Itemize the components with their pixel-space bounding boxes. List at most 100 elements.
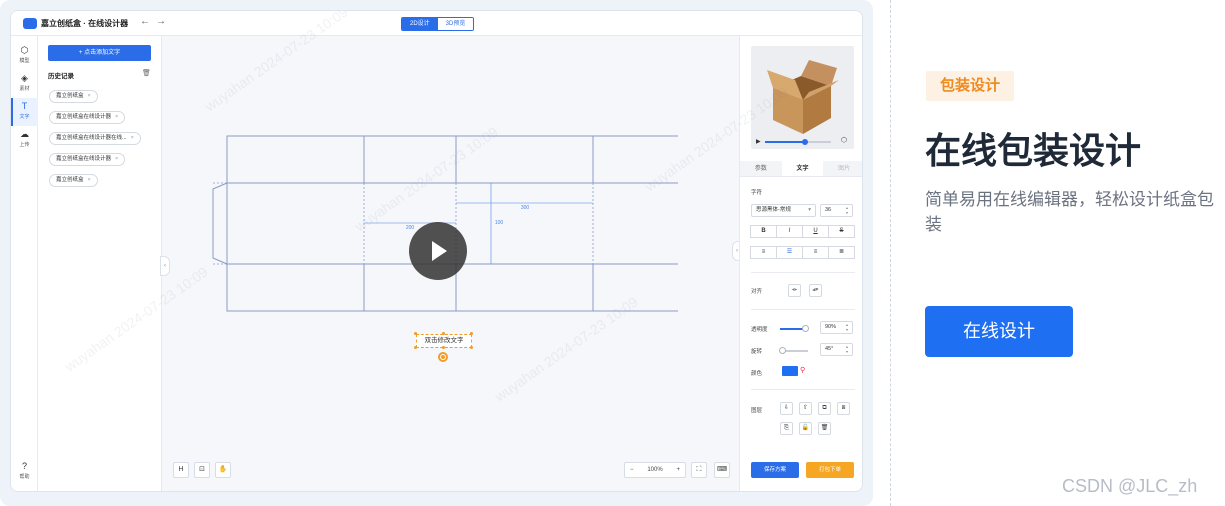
history-chip[interactable]: 嘉立创纸盒 × — [49, 174, 98, 187]
back-arrow-icon[interactable]: ← — [140, 16, 150, 27]
trash-icon[interactable]: 🗑 — [142, 69, 151, 77]
stepper-arrows-icon[interactable]: ▴ ▾ — [846, 344, 848, 354]
tab-image[interactable]: 图片 — [823, 161, 862, 176]
resize-handle[interactable] — [442, 332, 445, 335]
divider — [751, 389, 855, 390]
zoom-out-button[interactable]: − — [630, 463, 634, 477]
source-credit: CSDN @JLC_zh — [1062, 476, 1198, 496]
tab-3d-preview[interactable]: 3D预览 — [437, 18, 474, 30]
box-illustration — [767, 60, 839, 134]
layer-label: 图层 — [751, 408, 763, 414]
3d-cube-icon[interactable]: ⬡ — [841, 136, 847, 144]
font-family-select[interactable]: 思源黑体-常规 ▾ — [751, 204, 816, 217]
dimension-label: 100 — [495, 220, 504, 226]
opacity-slider[interactable] — [780, 325, 809, 332]
font-style-group: B I U S — [750, 225, 855, 238]
pack-order-button[interactable]: 打包下单 — [806, 462, 854, 478]
history-chip[interactable]: 嘉立创纸盒在线设计器在线... × — [49, 132, 141, 145]
frame-tool[interactable]: ⊡ — [194, 462, 210, 478]
rail-item-text[interactable]: T 文字 — [11, 98, 38, 126]
rotate-slider-knob[interactable] — [779, 347, 787, 354]
bold-button[interactable]: B — [750, 225, 777, 238]
layer-top-icon[interactable]: ⧈ — [837, 402, 850, 415]
font-size-stepper[interactable]: 36 ▴ ▾ — [820, 204, 853, 217]
fit-width-tool[interactable]: H — [173, 462, 189, 478]
close-icon[interactable]: × — [88, 177, 91, 183]
history-chip-label: 嘉立创纸盒 — [56, 177, 84, 183]
italic-button[interactable]: I — [776, 225, 803, 238]
properties-panel: ▶ ⬡ 参数 文字 图片 字符 思源黑体-常规 ▾ 36 ▴▾ B I U S — [739, 36, 862, 491]
font-family-value: 思源黑体-常规 — [756, 207, 791, 213]
rotate-stepper[interactable]: 45° ▴ ▾ — [820, 343, 853, 356]
history-chip[interactable]: 嘉立创纸盒在线设计器 × — [49, 153, 126, 166]
rail-item-upload[interactable]: ☁ 上传 — [11, 126, 38, 154]
preview-timeline[interactable] — [765, 139, 831, 145]
opacity-slider-knob[interactable] — [801, 325, 809, 332]
tab-params[interactable]: 参数 — [740, 161, 782, 176]
close-icon[interactable]: × — [115, 156, 118, 162]
forward-arrow-icon[interactable]: → — [156, 16, 166, 27]
resize-handle[interactable] — [470, 332, 473, 335]
resize-handle[interactable] — [414, 346, 417, 349]
video-play-button[interactable] — [409, 222, 467, 280]
eyedropper-icon[interactable]: ⚲ — [800, 366, 805, 374]
opacity-stepper[interactable]: 90% ▴ ▾ — [820, 321, 853, 334]
online-design-button[interactable]: 在线设计 — [925, 306, 1073, 357]
subheadline: 简单易用在线编辑器，轻松设计纸盒包装 — [925, 190, 1214, 234]
resize-handle[interactable] — [470, 346, 473, 349]
delete-icon[interactable]: 🗑 — [818, 422, 831, 435]
save-plan-button[interactable]: 保存方案 — [751, 462, 799, 478]
zoom-level: 100% — [647, 467, 663, 473]
product-showcase-frame: 嘉立创纸盒 · 在线设计器 ← → 2D设计 3D预览 ⬡ 模型 ◈ 素材 T … — [0, 0, 873, 506]
preview-scrubber[interactable] — [802, 139, 808, 145]
color-swatch[interactable] — [782, 366, 798, 376]
align-vertical-icon[interactable]: ⟚ — [809, 284, 822, 297]
collapse-left-handle[interactable]: ‹ — [160, 256, 170, 276]
layer-down-icon[interactable]: ⇩ — [780, 402, 793, 415]
rail-item-help[interactable]: ? 帮助 — [11, 458, 38, 486]
stepper-arrows-icon[interactable]: ▴ ▾ — [846, 205, 848, 215]
lock-icon[interactable]: 🔓 — [799, 422, 812, 435]
layer-bottom-icon[interactable]: ⧉ — [818, 402, 831, 415]
hand-tool-icon[interactable]: ✋ — [215, 462, 231, 478]
align-center-button[interactable]: ☰ — [776, 246, 803, 259]
align-label: 对齐 — [751, 289, 763, 295]
align-justify-button[interactable]: ≣ — [828, 246, 855, 259]
tab-text[interactable]: 文字 — [781, 161, 824, 176]
rail-label-upload: 上传 — [19, 142, 30, 148]
3d-box-preview[interactable]: ▶ ⬡ — [751, 46, 854, 149]
stepper-arrows-icon[interactable]: ▴ ▾ — [846, 322, 848, 332]
design-canvas[interactable]: ‹ 200 300 100 双击修改文字 › H ⊡ ✋ − 100% + ⛶ … — [160, 36, 742, 491]
resize-handle[interactable] — [442, 346, 445, 349]
zoom-in-button[interactable]: + — [676, 463, 680, 477]
dieline-panel — [455, 135, 594, 184]
align-horizontal-icon[interactable]: ⟛ — [788, 284, 801, 297]
fullscreen-icon[interactable]: ⛶ — [691, 462, 707, 478]
align-left-button[interactable]: ≡ — [750, 246, 777, 259]
font-size-value: 36 — [825, 207, 832, 213]
align-right-button[interactable]: ≡ — [802, 246, 829, 259]
keyboard-icon[interactable]: ⌨ — [714, 462, 730, 478]
preview-progress — [765, 141, 805, 143]
layer-up-icon[interactable]: ⇧ — [799, 402, 812, 415]
shapes-icon: ◈ — [21, 73, 28, 83]
resize-handle[interactable] — [414, 332, 417, 335]
strikethrough-button[interactable]: S — [828, 225, 855, 238]
close-icon[interactable]: × — [115, 114, 118, 120]
rail-item-material[interactable]: ◈ 素材 — [11, 70, 38, 98]
chevron-down-icon: ▾ — [808, 207, 811, 213]
preview-play-icon[interactable]: ▶ — [756, 138, 761, 145]
copy-icon[interactable]: ⎘ — [780, 422, 793, 435]
add-text-button[interactable]: + 点击添加文字 — [48, 45, 151, 61]
close-icon[interactable]: × — [131, 135, 134, 141]
underline-button[interactable]: U — [802, 225, 829, 238]
cube-icon: ⬡ — [20, 45, 29, 55]
history-chip[interactable]: 嘉立创纸盒 × — [49, 90, 98, 103]
dieline-panel — [226, 263, 365, 312]
tab-2d-design[interactable]: 2D设计 — [402, 18, 438, 30]
close-icon[interactable]: × — [88, 93, 91, 99]
history-chip[interactable]: 嘉立创纸盒在线设计器 × — [49, 111, 126, 124]
rail-item-model[interactable]: ⬡ 模型 — [11, 42, 38, 70]
rotate-slider[interactable] — [779, 347, 808, 354]
rotate-handle[interactable] — [438, 352, 448, 362]
